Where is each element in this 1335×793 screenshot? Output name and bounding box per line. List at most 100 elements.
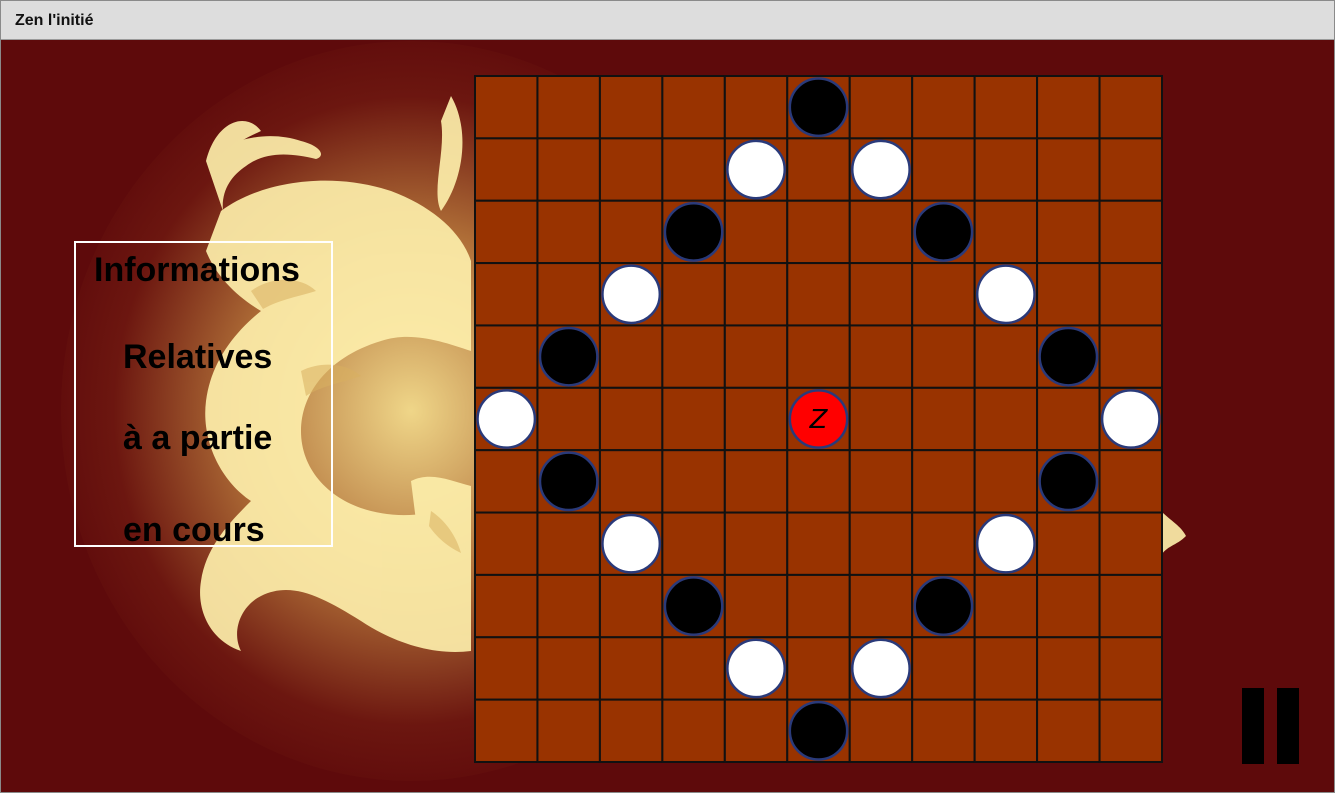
board-square[interactable] <box>786 449 851 514</box>
board-square[interactable] <box>911 324 976 389</box>
board-square[interactable] <box>1036 386 1101 452</box>
board-square[interactable] <box>598 199 664 265</box>
board-square[interactable] <box>723 511 789 576</box>
black-piece[interactable] <box>788 77 849 138</box>
board-square[interactable] <box>723 386 789 452</box>
board-square[interactable] <box>973 449 1039 514</box>
board-square[interactable] <box>973 573 1039 639</box>
black-piece[interactable] <box>538 326 599 387</box>
board-square[interactable] <box>848 698 914 763</box>
board-square[interactable] <box>786 262 851 327</box>
board-square[interactable] <box>786 573 851 639</box>
board-square[interactable] <box>1098 636 1164 701</box>
board-square[interactable] <box>598 698 664 763</box>
board-square[interactable] <box>474 573 539 639</box>
board-square[interactable] <box>973 636 1039 701</box>
board-square[interactable] <box>536 511 601 576</box>
board-square[interactable] <box>598 386 664 452</box>
board-square[interactable] <box>1036 573 1101 639</box>
white-piece[interactable] <box>726 139 786 200</box>
board-square[interactable] <box>661 698 726 763</box>
board-square[interactable] <box>911 511 976 576</box>
game-board[interactable]: Z <box>474 75 1164 763</box>
board-square[interactable] <box>723 262 789 327</box>
board-square[interactable] <box>474 511 539 576</box>
white-piece[interactable] <box>726 638 786 699</box>
white-piece[interactable] <box>1100 389 1161 449</box>
board-square[interactable] <box>661 324 726 389</box>
board-square[interactable] <box>661 511 726 576</box>
black-piece[interactable] <box>663 576 724 637</box>
board-square[interactable] <box>848 262 914 327</box>
board-square[interactable] <box>536 386 601 452</box>
board-square[interactable] <box>474 75 539 140</box>
board-square[interactable] <box>911 698 976 763</box>
board-square[interactable] <box>536 137 601 202</box>
board-square[interactable] <box>536 262 601 327</box>
board-square[interactable] <box>973 698 1039 763</box>
board-square[interactable] <box>848 199 914 265</box>
board-square[interactable] <box>723 573 789 639</box>
board-svg[interactable]: Z <box>474 75 1164 763</box>
board-square[interactable] <box>474 698 539 763</box>
black-piece[interactable] <box>913 201 974 262</box>
board-square[interactable] <box>911 137 976 202</box>
white-piece[interactable] <box>601 264 662 325</box>
board-square[interactable] <box>848 449 914 514</box>
board-square[interactable] <box>723 324 789 389</box>
board-square[interactable] <box>786 137 851 202</box>
white-piece[interactable] <box>975 264 1036 325</box>
white-piece[interactable] <box>975 513 1036 574</box>
board-square[interactable] <box>786 511 851 576</box>
board-square[interactable] <box>911 636 976 701</box>
board-square[interactable] <box>661 262 726 327</box>
board-square[interactable] <box>973 386 1039 452</box>
board-square[interactable] <box>1036 137 1101 202</box>
white-piece[interactable] <box>601 513 662 574</box>
board-square[interactable] <box>536 698 601 763</box>
board-square[interactable] <box>598 636 664 701</box>
board-square[interactable] <box>598 449 664 514</box>
board-square[interactable] <box>786 199 851 265</box>
board-square[interactable] <box>1036 511 1101 576</box>
white-piece[interactable] <box>851 638 911 699</box>
board-square[interactable] <box>1036 199 1101 265</box>
board-square[interactable] <box>598 573 664 639</box>
board-square[interactable] <box>1036 75 1101 140</box>
board-square[interactable] <box>661 636 726 701</box>
board-square[interactable] <box>911 449 976 514</box>
board-square[interactable] <box>723 449 789 514</box>
board-square[interactable] <box>786 636 851 701</box>
board-square[interactable] <box>1036 262 1101 327</box>
board-square[interactable] <box>1036 636 1101 701</box>
board-square[interactable] <box>848 324 914 389</box>
board-square[interactable] <box>848 75 914 140</box>
black-piece[interactable] <box>913 576 974 637</box>
board-square[interactable] <box>723 75 789 140</box>
board-square[interactable] <box>848 573 914 639</box>
board-square[interactable] <box>973 199 1039 265</box>
board-square[interactable] <box>661 137 726 202</box>
black-piece[interactable] <box>1038 326 1099 387</box>
board-square[interactable] <box>911 75 976 140</box>
board-square[interactable] <box>1098 262 1164 327</box>
board-square[interactable] <box>536 75 601 140</box>
board-square[interactable] <box>1098 324 1164 389</box>
board-square[interactable] <box>1098 511 1164 576</box>
board-square[interactable] <box>661 75 726 140</box>
board-square[interactable] <box>723 698 789 763</box>
board-square[interactable] <box>911 386 976 452</box>
board-square[interactable] <box>973 137 1039 202</box>
black-piece[interactable] <box>538 451 599 512</box>
board-square[interactable] <box>536 199 601 265</box>
board-square[interactable] <box>1098 573 1164 639</box>
board-square[interactable] <box>536 573 601 639</box>
black-piece[interactable] <box>663 201 724 262</box>
board-square[interactable] <box>598 324 664 389</box>
board-square[interactable] <box>474 449 539 514</box>
board-square[interactable] <box>973 324 1039 389</box>
board-square[interactable] <box>474 262 539 327</box>
board-square[interactable] <box>1098 449 1164 514</box>
board-square[interactable] <box>911 262 976 327</box>
board-square[interactable] <box>1098 75 1164 140</box>
